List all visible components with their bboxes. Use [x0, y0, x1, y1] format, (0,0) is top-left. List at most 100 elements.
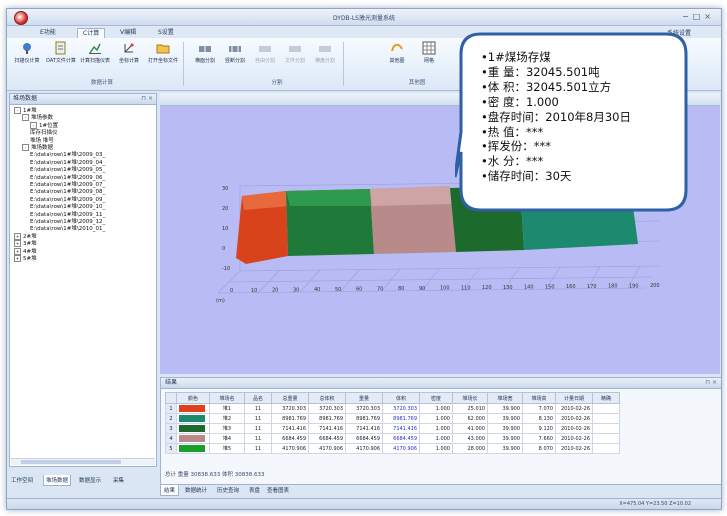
- table-cell: 6684.459: [308, 433, 346, 444]
- horizontal-split-button[interactable]: 横面分割: [189, 41, 221, 64]
- ribbon-separator: [183, 42, 184, 86]
- table-cell: 25.010: [452, 403, 488, 414]
- pin-close-icon[interactable]: ⊓ ×: [141, 94, 153, 104]
- table-cell: 4170.906: [382, 443, 420, 454]
- column-header[interactable]: 堆场长: [452, 392, 488, 404]
- collapse-icon[interactable]: -: [22, 144, 29, 151]
- table-cell: 2010-02-26: [555, 413, 593, 424]
- color-cell[interactable]: [176, 423, 210, 434]
- column-header[interactable]: 精确: [592, 392, 620, 404]
- maximize-icon[interactable]: □: [693, 12, 705, 21]
- table-cell: 41.000: [452, 423, 488, 434]
- tab-workspace[interactable]: 工作空间: [9, 475, 35, 485]
- status-bar: X=475.04 Y=23.50 Z=10.02: [7, 498, 721, 509]
- column-header[interactable]: 堆场名: [209, 392, 245, 404]
- open-coord-file-button[interactable]: 打开坐标文件: [147, 41, 179, 64]
- scanner-calc-button[interactable]: 扫描仪计算: [11, 41, 43, 64]
- collapse-icon[interactable]: -: [14, 107, 21, 114]
- callout-weight: •重 量：32045.501吨: [481, 64, 600, 79]
- color-cell[interactable]: [176, 413, 210, 424]
- column-header[interactable]: 密度: [419, 392, 453, 404]
- column-header[interactable]: 颜色: [176, 392, 210, 404]
- y-tick-label: 20: [222, 206, 228, 212]
- table-row[interactable]: 3 堆3 11 7141.416 7141.416 7141.416 7141.416 1.0…: [165, 423, 620, 434]
- tab-dial[interactable]: 表盘: [246, 485, 263, 495]
- column-header[interactable]: 品名: [244, 392, 272, 404]
- callout-stockyard-name: •1#煤场存煤: [481, 50, 551, 64]
- x-tick-label: 190: [629, 283, 639, 289]
- table-row[interactable]: 1 堆1 11 3720.303 3720.303 3720.303 3720.303 1.0…: [165, 403, 620, 414]
- table-cell: 11: [244, 433, 272, 444]
- tab-function[interactable]: E功能: [35, 28, 61, 38]
- tab-edit[interactable]: V编辑: [115, 28, 141, 38]
- chart-icon: [391, 43, 403, 52]
- tab-history[interactable]: 历史查询: [214, 485, 242, 495]
- ribbon-separator: [343, 42, 344, 86]
- stockyard-tree: -1#堆 - 堆场参数 -1#位置 库存扫描仪 堆场 堆号 - 堆场数据 E:\data\row…: [10, 106, 156, 446]
- table-cell: 7141.416: [345, 423, 383, 434]
- tree-node[interactable]: +5#堆: [14, 254, 37, 262]
- table-cell: 堆3: [209, 423, 245, 434]
- title-bar: DYDB-LS激光测量系统 −□×: [7, 9, 721, 26]
- other-chart-button[interactable]: 其他图: [381, 41, 413, 64]
- tree-node[interactable]: E:\data\row\1#堆\2010_01_: [30, 224, 105, 232]
- free-split-button[interactable]: 自由分割: [249, 41, 281, 64]
- tab-view-chart[interactable]: 查看图表: [264, 485, 292, 495]
- table-cell: 39.900: [487, 423, 523, 434]
- tab-data-display[interactable]: 数据显示: [77, 475, 103, 485]
- column-header[interactable]: 重量: [345, 392, 383, 404]
- status-coordinates: X=475.04 Y=23.50 Z=10.02: [619, 501, 691, 507]
- horizontal-scrollbar[interactable]: [11, 458, 155, 465]
- plate-split-button[interactable]: 横盘分割: [309, 41, 341, 64]
- table-row[interactable]: 4 堆4 11 6684.459 6684.459 6684.459 6684.459 1.0…: [165, 433, 620, 444]
- collapse-icon[interactable]: -: [22, 114, 29, 122]
- scanner-calc-label: 扫描仪计算: [14, 58, 40, 64]
- grid-button[interactable]: 网格: [413, 41, 445, 64]
- table-cell: 28.000: [452, 443, 488, 454]
- tab-stockyard-data[interactable]: 堆场数据: [43, 475, 72, 486]
- file-split-label: 文件分割: [284, 58, 305, 64]
- panel-header: 堆场数据 ⊓ ×: [10, 94, 156, 105]
- x-axis-ticks: 0 10 20 30 40 50 60 70 80 90 100 110 120 130 140 150 160…: [230, 283, 660, 294]
- callout-info-list: •1#煤场存煤 •重 量：32045.501吨 •体 积：32045.501立方…: [481, 50, 631, 184]
- color-cell[interactable]: [176, 403, 210, 414]
- expand-icon[interactable]: +: [14, 255, 21, 262]
- tab-statistics[interactable]: 数据统计: [182, 485, 210, 495]
- scrollbar-thumb[interactable]: [21, 460, 121, 464]
- x-tick-label: 180: [608, 284, 618, 290]
- tab-collect[interactable]: 采集: [111, 475, 126, 485]
- table-cell: 堆1: [209, 403, 245, 414]
- pin-close-icon[interactable]: ⊓ ×: [705, 378, 717, 388]
- coord-calc-button[interactable]: 坐标计算: [113, 41, 145, 64]
- tree-node-label: E:\data\row\1#堆\2010_01_: [30, 226, 106, 233]
- tab-results[interactable]: 结果: [160, 485, 180, 496]
- color-cell[interactable]: [176, 433, 210, 444]
- minimize-icon[interactable]: −: [682, 12, 693, 21]
- file-split-button[interactable]: 文件分割: [279, 41, 311, 64]
- x-tick-label: 120: [482, 285, 492, 291]
- color-cell[interactable]: [176, 443, 210, 454]
- table-row[interactable]: 2 堆2 11 8981.769 8981.769 8981.769 8981.769 1.0…: [165, 413, 620, 424]
- vertical-split-button[interactable]: 竖断分割: [219, 41, 251, 64]
- table-row[interactable]: 5 堆5 11 4170.906 4170.906 4170.906 4170.906 1.0…: [165, 443, 620, 454]
- table-cell: 11: [244, 443, 272, 454]
- table-cell: 8.070: [522, 443, 556, 454]
- plate-split-label: 横盘分割: [314, 58, 335, 64]
- table-cell: 8981.769: [271, 413, 309, 424]
- column-header[interactable]: 堆场高: [522, 392, 556, 404]
- column-header[interactable]: 总重量: [271, 392, 309, 404]
- table-cell: 8.130: [522, 413, 556, 424]
- scanner-table-button[interactable]: 计算扫描仪表: [79, 41, 111, 64]
- row-number-header: [165, 392, 177, 404]
- x-tick-label: 140: [524, 285, 534, 291]
- column-header[interactable]: 总体积: [308, 392, 346, 404]
- column-header[interactable]: 体积: [382, 392, 420, 404]
- tab-settings[interactable]: S设置: [153, 28, 179, 38]
- group-label-data-calc: 数据计算: [90, 80, 113, 86]
- callout-volatile-matter: •挥发份：***: [481, 139, 552, 154]
- dat-file-calc-button[interactable]: DAT文件计算: [45, 41, 77, 64]
- column-header[interactable]: 堆场宽: [487, 392, 523, 404]
- column-header[interactable]: 计量日期: [555, 392, 593, 404]
- close-icon[interactable]: ×: [704, 12, 715, 21]
- window-title: DYDB-LS激光测量系统: [332, 15, 395, 22]
